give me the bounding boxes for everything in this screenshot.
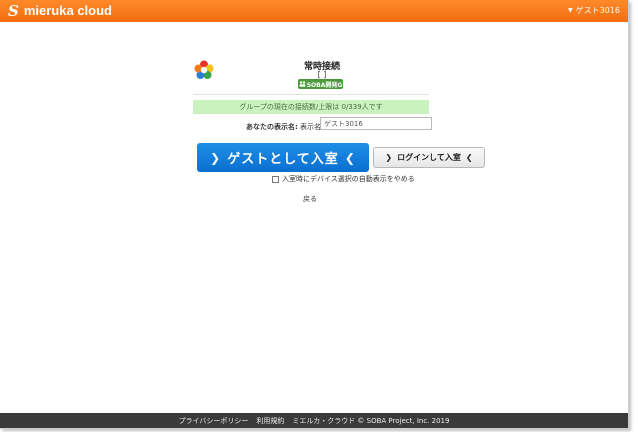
organization-name: SOBA開発G bbox=[306, 81, 343, 89]
chevron-right-icon: ❯ bbox=[385, 153, 393, 162]
copyright-text: ミエルカ・クラウド © SOBA Project, Inc. 2019 bbox=[292, 416, 450, 425]
display-name-field-label: 表示名 bbox=[300, 123, 321, 131]
footer: プライバシーポリシー 利用規約 ミエルカ・クラウド © SOBA Project… bbox=[0, 413, 628, 428]
auto-device-checkbox[interactable] bbox=[272, 175, 279, 183]
brand[interactable]: S mieruka cloud bbox=[8, 2, 112, 20]
back-link[interactable]: 戻る bbox=[303, 194, 317, 204]
brand-name: mieruka cloud bbox=[23, 3, 112, 18]
chevron-left-icon: ❮ bbox=[465, 153, 473, 162]
user-name: ゲスト3016 bbox=[575, 6, 620, 15]
flower-logo-icon bbox=[194, 60, 214, 79]
browser-window: S mieruka cloud ▼ ゲスト3016 常時接続 [ ] SOBA開… bbox=[0, 0, 629, 429]
brand-logo-icon: S bbox=[8, 2, 19, 20]
connection-notice: グループの現在の接続数/上限は 0/339人です bbox=[193, 100, 429, 114]
app-header: S mieruka cloud ▼ ゲスト3016 bbox=[0, 0, 628, 22]
display-name-input[interactable] bbox=[320, 117, 432, 130]
enter-as-guest-label: ゲストとして入室 bbox=[227, 152, 339, 167]
privacy-policy-link[interactable]: プライバシーポリシー bbox=[179, 416, 249, 426]
display-name-label: あなたの表示名: bbox=[246, 123, 298, 131]
terms-link[interactable]: 利用規約 bbox=[256, 416, 284, 426]
divider bbox=[193, 94, 429, 95]
room-subtitle: [ ] bbox=[317, 70, 327, 79]
auto-device-label: 入室時にデバイス選択の自動表示をやめる bbox=[282, 175, 415, 183]
chevron-left-icon: ❮ bbox=[344, 150, 356, 165]
caret-down-icon: ▼ bbox=[568, 7, 573, 14]
enter-as-guest-button[interactable]: ❯ ゲストとして入室 ❮ bbox=[197, 143, 369, 172]
people-icon bbox=[299, 81, 306, 87]
login-and-enter-label: ログインして入室 bbox=[397, 153, 461, 162]
user-menu[interactable]: ▼ ゲスト3016 bbox=[568, 5, 620, 16]
organization-badge: SOBA開発G bbox=[298, 79, 343, 89]
chevron-right-icon: ❯ bbox=[210, 150, 222, 165]
login-and-enter-button[interactable]: ❯ ログインして入室 ❮ bbox=[373, 147, 485, 168]
auto-device-option[interactable]: 入室時にデバイス選択の自動表示をやめる bbox=[272, 174, 415, 184]
